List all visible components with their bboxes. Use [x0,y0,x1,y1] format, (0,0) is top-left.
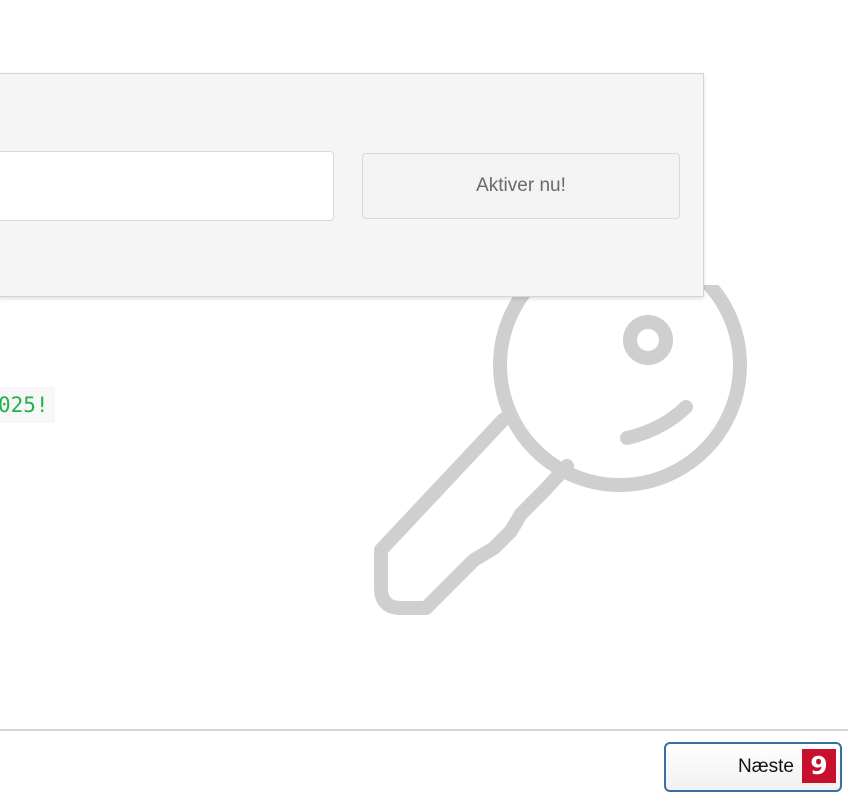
key-icon [374,285,747,615]
license-key-input[interactable] [0,151,334,221]
activation-screen: Aktiver nu! 025! Næste 9 [0,0,848,800]
footer-divider [0,729,848,731]
next-button[interactable]: Næste 9 [664,742,842,792]
activation-panel: Aktiver nu! [0,73,704,297]
next-button-label: Næste [738,756,794,777]
activate-now-button[interactable]: Aktiver nu! [362,153,680,219]
promo-text: 025! [0,387,55,423]
step-number-badge: 9 [802,749,836,783]
